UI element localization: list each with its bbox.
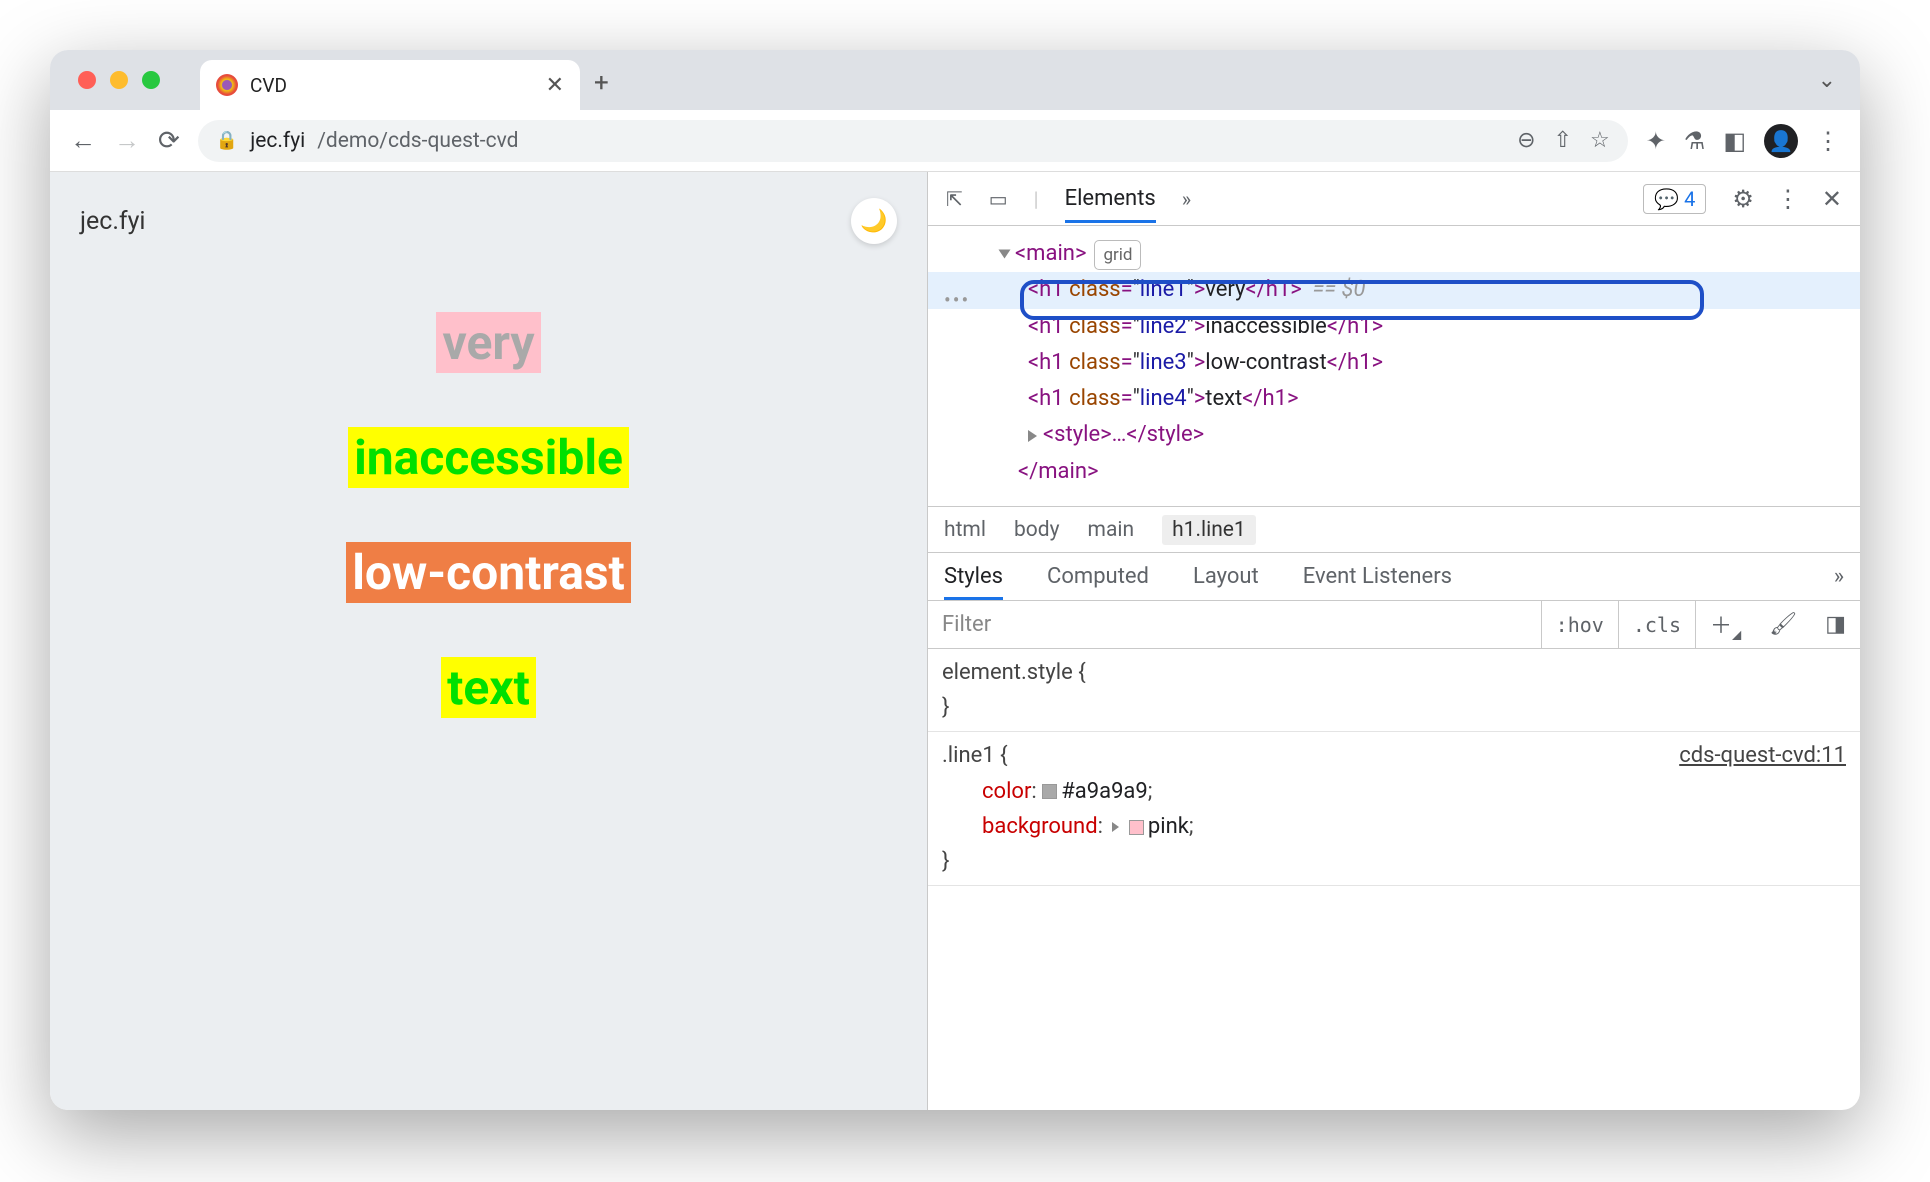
settings-icon[interactable]: ⚙ xyxy=(1732,185,1754,213)
kebab-menu-icon[interactable]: ⋮ xyxy=(1816,127,1840,155)
dom-node-h1-line3[interactable]: <h1 class="line3">low-contrast</h1> xyxy=(928,345,1860,381)
browser-tab[interactable]: CVD ✕ xyxy=(200,60,580,110)
bookmark-icon[interactable]: ☆ xyxy=(1590,128,1610,153)
forward-button[interactable]: → xyxy=(114,125,140,156)
crumb-main[interactable]: main xyxy=(1088,518,1135,542)
hov-toggle[interactable]: :hov xyxy=(1542,601,1619,648)
inspect-icon[interactable]: ⇱ xyxy=(946,187,963,211)
disclosure-icon[interactable] xyxy=(1112,822,1119,832)
cls-toggle[interactable]: .cls xyxy=(1619,601,1696,648)
content-split: jec.fyi 🌙 very inaccessible low-contrast… xyxy=(50,172,1860,1110)
dom-selection-highlight xyxy=(1020,280,1704,320)
device-toggle-icon[interactable]: ▭ xyxy=(989,187,1008,211)
close-tab-button[interactable]: ✕ xyxy=(546,73,564,98)
dom-node-main-close[interactable]: </main> xyxy=(928,454,1860,490)
more-tabs-icon[interactable]: » xyxy=(1182,187,1191,211)
dom-node-style[interactable]: <style>…</style> xyxy=(928,417,1860,453)
rendered-page: jec.fyi 🌙 very inaccessible low-contrast… xyxy=(50,172,927,1110)
extensions-icon[interactable]: ✦ xyxy=(1646,127,1666,155)
address-bar[interactable]: 🔒 jec.fyi/demo/cds-quest-cvd ⊖ ⇧ ☆ xyxy=(198,120,1628,162)
styles-rules[interactable]: element.style { } cds-quest-cvd:11 .line… xyxy=(928,648,1860,1110)
share-icon[interactable]: ⇧ xyxy=(1554,128,1572,153)
labs-icon[interactable]: ⚗ xyxy=(1684,127,1706,155)
demo-line-4: text xyxy=(441,657,536,718)
demo-line-3: low-contrast xyxy=(346,542,631,603)
demo-line-1: very xyxy=(436,312,540,373)
maximize-window-button[interactable] xyxy=(142,71,160,89)
reload-button[interactable]: ⟳ xyxy=(158,126,180,156)
tab-strip: CVD ✕ + ⌄ xyxy=(50,50,1860,110)
crumb-body[interactable]: body xyxy=(1014,518,1060,542)
devtools-close-icon[interactable]: ✕ xyxy=(1822,185,1842,213)
event-listeners-tab[interactable]: Event Listeners xyxy=(1303,564,1452,589)
computed-sidebar-icon[interactable]: ◨ xyxy=(1811,612,1860,637)
crumb-h1[interactable]: h1.line1 xyxy=(1162,515,1256,545)
dom-node-main-open[interactable]: <main>grid xyxy=(928,236,1860,272)
dom-tree[interactable]: ••• <main>grid <h1 class="line1">very</h… xyxy=(928,226,1860,506)
more-styles-tabs-icon[interactable]: » xyxy=(1834,564,1844,589)
dark-mode-toggle[interactable]: 🌙 xyxy=(851,198,897,244)
profile-avatar[interactable]: 👤 xyxy=(1764,124,1798,158)
page-brand: jec.fyi xyxy=(80,207,146,236)
element-style-block[interactable]: element.style { } xyxy=(928,649,1860,732)
styles-filter-bar: Filter :hov .cls ＋◢ 🖌 ◨ xyxy=(928,600,1860,648)
layout-tab[interactable]: Layout xyxy=(1193,564,1259,589)
urlbar-actions: ⊖ ⇧ ☆ xyxy=(1517,128,1610,153)
browser-toolbar: ← → ⟳ 🔒 jec.fyi/demo/cds-quest-cvd ⊖ ⇧ ☆… xyxy=(50,110,1860,172)
tabs-dropdown-button[interactable]: ⌄ xyxy=(1818,68,1836,93)
dom-breadcrumb[interactable]: html body main h1.line1 xyxy=(928,506,1860,552)
browser-window: CVD ✕ + ⌄ ← → ⟳ 🔒 jec.fyi/demo/cds-quest… xyxy=(50,50,1860,1110)
devtools-panel: ⇱ ▭ | Elements » 💬 4 ⚙ ⋮ ✕ ••• xyxy=(927,172,1860,1110)
tab-title: CVD xyxy=(250,74,534,97)
window-controls xyxy=(78,71,160,89)
rule-source-link[interactable]: cds-quest-cvd:11 xyxy=(1679,738,1846,773)
lock-icon: 🔒 xyxy=(216,130,238,151)
zoom-icon[interactable]: ⊖ xyxy=(1517,128,1535,153)
back-button[interactable]: ← xyxy=(70,125,96,156)
url-host: jec.fyi xyxy=(250,129,305,153)
sidepanel-icon[interactable]: ◧ xyxy=(1723,127,1746,155)
paint-icon[interactable]: 🖌 xyxy=(1755,612,1811,637)
new-tab-button[interactable]: + xyxy=(594,68,609,98)
demo-line-2: inaccessible xyxy=(348,427,629,488)
issues-icon: 💬 xyxy=(1654,187,1679,211)
issues-count: 4 xyxy=(1684,187,1695,211)
styles-filter-input[interactable]: Filter xyxy=(928,601,1542,648)
favicon xyxy=(216,74,238,96)
computed-tab[interactable]: Computed xyxy=(1047,564,1149,589)
crumb-html[interactable]: html xyxy=(944,518,986,542)
issues-button[interactable]: 💬 4 xyxy=(1643,184,1706,214)
dom-node-h1-line4[interactable]: <h1 class="line4">text</h1> xyxy=(928,381,1860,417)
line1-rule-block[interactable]: cds-quest-cvd:11 .line1 { color: #a9a9a9… xyxy=(928,732,1860,886)
devtools-menu-icon[interactable]: ⋮ xyxy=(1776,185,1800,213)
elements-tab[interactable]: Elements xyxy=(1065,186,1156,211)
new-style-rule-button[interactable]: ＋◢ xyxy=(1696,608,1755,641)
demo-text-container: very inaccessible low-contrast text xyxy=(80,294,897,718)
dom-actions-icon[interactable]: ••• xyxy=(944,284,970,317)
minimize-window-button[interactable] xyxy=(110,71,128,89)
styles-tabbar: Styles Computed Layout Event Listeners » xyxy=(928,552,1860,600)
close-window-button[interactable] xyxy=(78,71,96,89)
styles-tab[interactable]: Styles xyxy=(944,564,1003,589)
devtools-tabbar: ⇱ ▭ | Elements » 💬 4 ⚙ ⋮ ✕ xyxy=(928,172,1860,226)
url-path: /demo/cds-quest-cvd xyxy=(317,129,518,153)
